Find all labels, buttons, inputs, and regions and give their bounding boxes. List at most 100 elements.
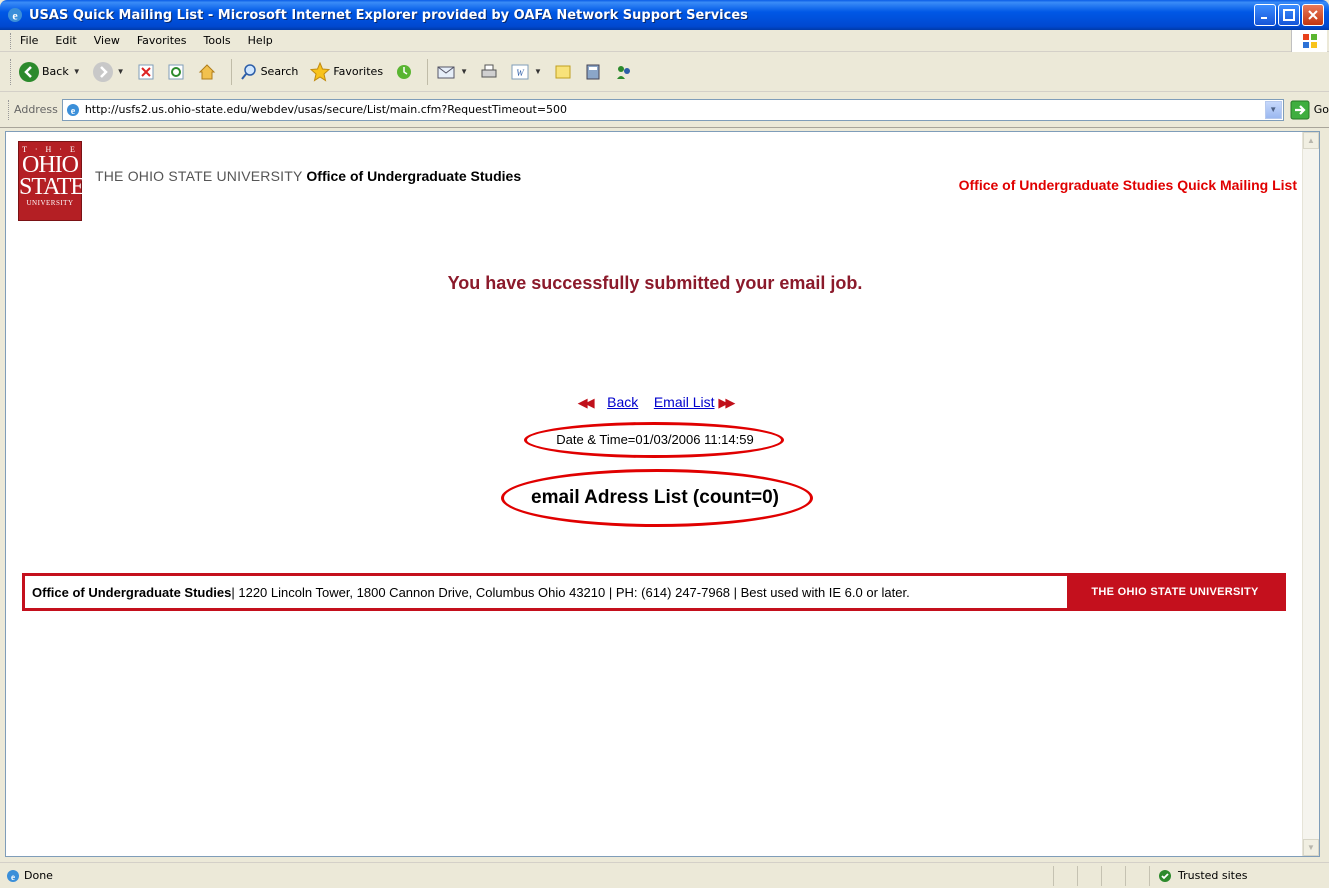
back-arrow-icon: [19, 61, 39, 82]
scroll-down-button[interactable]: ▼: [1303, 839, 1319, 856]
address-bar: Address e http://usfs2.us.ohio-state.edu…: [0, 92, 1329, 128]
status-bar: e Done Trusted sites: [0, 862, 1329, 888]
forward-button[interactable]: ▼: [90, 57, 128, 87]
print-icon: [481, 64, 497, 77]
page-nav: ◀◀ Back Email List ▶▶: [6, 394, 1304, 411]
scroll-up-button[interactable]: ▲: [1303, 132, 1319, 149]
trusted-check-icon: [1159, 869, 1171, 882]
edit-word-button[interactable]: W ▼: [507, 57, 545, 87]
menu-bar: File Edit View Favorites Tools Help: [0, 30, 1329, 52]
menu-favorites[interactable]: Favorites: [135, 33, 189, 48]
status-cell: [1053, 865, 1077, 886]
toolbar-separator: [230, 58, 232, 85]
close-button[interactable]: [1302, 4, 1324, 26]
search-label: Search: [260, 65, 299, 78]
go-label: Go: [1313, 103, 1329, 116]
close-icon: [1308, 10, 1318, 20]
site-header: THE OHIO STATE UNIVERSITY Office of Unde…: [95, 168, 521, 184]
research-button[interactable]: [581, 57, 605, 87]
refresh-button[interactable]: [164, 57, 188, 87]
search-icon: [240, 63, 256, 80]
forward-dropdown-icon[interactable]: ▼: [117, 67, 125, 76]
go-button[interactable]: Go: [1290, 100, 1329, 120]
stop-icon: [138, 64, 154, 79]
status-text: Done: [24, 869, 53, 882]
edit-dropdown-icon[interactable]: ▼: [534, 67, 542, 76]
window-title: USAS Quick Mailing List - Microsoft Inte…: [29, 7, 748, 23]
status-cell: [1125, 865, 1149, 886]
windows-logo: [1291, 30, 1327, 52]
menu-edit[interactable]: Edit: [53, 33, 78, 48]
double-right-arrow-icon: ▶▶: [718, 395, 735, 410]
page-content: T · H · E OHIO STATE UNIVERSITY THE OHIO…: [5, 131, 1320, 857]
header-university: THE OHIO STATE UNIVERSITY: [95, 168, 303, 184]
security-zone[interactable]: Trusted sites: [1149, 865, 1329, 886]
address-dropdown-button[interactable]: ▼: [1264, 100, 1282, 119]
minimize-icon: [1261, 17, 1267, 19]
back-dropdown-icon[interactable]: ▼: [73, 67, 81, 76]
minimize-button[interactable]: [1254, 4, 1276, 26]
logo-ohio: OHIO: [22, 152, 79, 178]
menu-tools[interactable]: Tools: [202, 33, 233, 48]
back-button[interactable]: Back ▼: [16, 57, 84, 87]
zone-label: Trusted sites: [1178, 869, 1248, 882]
research-icon: [586, 64, 600, 79]
go-arrow-icon: [1290, 100, 1310, 119]
history-icon: [397, 64, 412, 79]
stop-button[interactable]: [134, 57, 158, 87]
maximize-icon: [1283, 9, 1295, 21]
logo-university: UNIVERSITY: [26, 199, 74, 207]
email-list-link[interactable]: Email List: [654, 394, 715, 410]
status-cell: [1077, 865, 1101, 886]
svg-text:e: e: [11, 872, 15, 882]
toolbar-grip: [10, 32, 12, 49]
osu-logo: T · H · E OHIO STATE UNIVERSITY: [18, 141, 85, 221]
favorites-button[interactable]: Favorites: [307, 57, 386, 87]
ie-icon: e: [8, 8, 22, 23]
logo-state: STATE: [19, 174, 85, 200]
address-url: http://usfs2.us.ohio-state.edu/webdev/us…: [84, 103, 568, 116]
mail-icon: [437, 66, 455, 78]
toolbar-grip: [10, 58, 12, 85]
double-left-arrow-icon: ◀◀: [577, 395, 595, 410]
word-icon: W: [511, 64, 529, 79]
messenger-button[interactable]: [611, 57, 637, 87]
chevron-up-icon: ▲: [1307, 136, 1315, 145]
search-button[interactable]: Search: [237, 57, 302, 87]
menu-help[interactable]: Help: [246, 33, 275, 48]
address-input[interactable]: e http://usfs2.us.ohio-state.edu/webdev/…: [61, 98, 1284, 121]
address-label: Address: [14, 103, 58, 116]
status-text-area: e Done: [0, 869, 1053, 883]
email-count-heading: email Adress List (count=0): [531, 487, 779, 508]
page-footer: Office of Undergraduate Studies | 1220 L…: [22, 573, 1286, 611]
favorites-label: Favorites: [333, 65, 384, 78]
footer-office: Office of Undergraduate Studies: [32, 584, 232, 600]
forward-arrow-icon: [92, 61, 113, 82]
toolbar-separator: [427, 58, 429, 85]
header-office: Office of Undergraduate Studies: [306, 168, 522, 184]
back-label: Back: [42, 65, 69, 78]
print-button[interactable]: [477, 57, 501, 87]
menu-view[interactable]: View: [92, 33, 122, 48]
date-time: Date & Time=01/03/2006 11:14:59: [556, 432, 754, 447]
menu-file[interactable]: File: [18, 33, 40, 48]
title-bar: e USAS Quick Mailing List - Microsoft In…: [0, 0, 1329, 30]
footer-brand: THE OHIO STATE UNIVERSITY: [1067, 576, 1283, 608]
history-button[interactable]: [392, 57, 416, 87]
svg-text:e: e: [12, 9, 18, 23]
mail-button[interactable]: ▼: [433, 57, 471, 87]
header-app-title: Office of Undergraduate Studies Quick Ma…: [958, 177, 1297, 193]
discuss-button[interactable]: [551, 57, 575, 87]
home-button[interactable]: [194, 57, 220, 87]
page-icon: e: [66, 103, 79, 117]
note-icon: [555, 65, 571, 78]
maximize-button[interactable]: [1278, 4, 1300, 26]
status-cell: [1101, 865, 1125, 886]
back-link[interactable]: Back: [607, 394, 638, 410]
home-icon: [198, 63, 215, 79]
mail-dropdown-icon[interactable]: ▼: [460, 67, 468, 76]
vertical-scrollbar[interactable]: ▲ ▼: [1302, 132, 1319, 856]
chevron-down-icon: ▼: [1269, 105, 1278, 114]
toolbar-grip: [8, 99, 10, 120]
success-message: You have successfully submitted your ema…: [447, 273, 863, 293]
